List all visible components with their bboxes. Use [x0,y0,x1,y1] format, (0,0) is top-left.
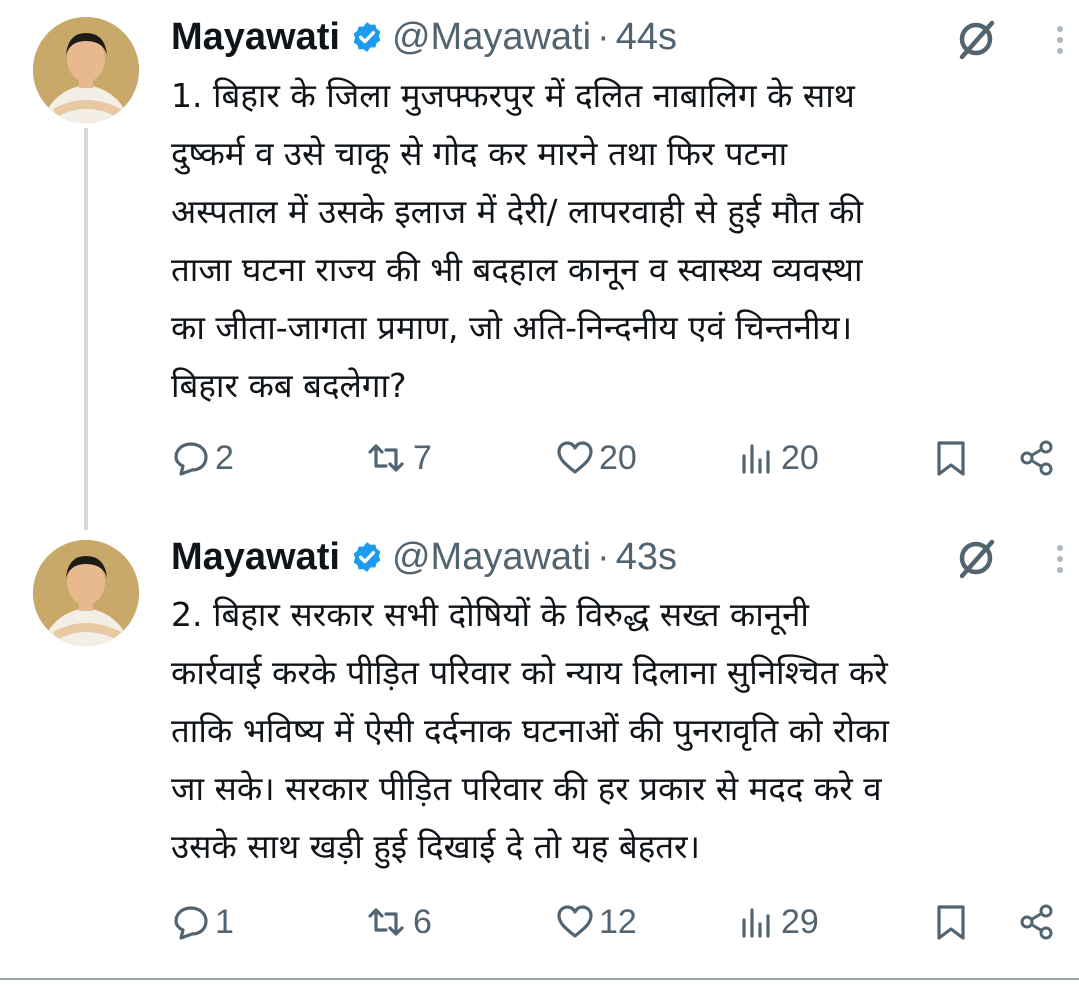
tweet-text: 1. बिहार के जिला मुजफ्फरपुर में दलित नाब… [171,67,1076,415]
display-name[interactable]: Mayawati [171,536,340,579]
avatar-image [33,540,139,646]
tweet-text-line: दुष्कर्म व उसे चाकू से गोद कर मारने तथा … [171,134,788,173]
tweet-text-line: जा सके। सरकार पीड़ित परिवार की हर प्रकार… [171,769,882,808]
verified-badge-icon [353,22,381,52]
grok-icon[interactable] [950,13,1002,65]
repost-button[interactable]: 7 [363,432,432,484]
grok-icon[interactable] [950,532,1002,584]
like-icon [557,905,593,938]
repost-count: 6 [413,902,432,941]
user-handle[interactable]: @Mayawati [392,536,591,579]
timestamp[interactable]: 44s [616,16,677,59]
reply-count: 2 [215,438,234,477]
tweet-text-line: ताकि भविष्य में ऐसी दर्दनाक घटनाओं की पु… [171,711,889,750]
tweet-text-line: कार्रवाई करके पीड़ित परिवार को न्याय दिल… [171,653,888,692]
views-icon [742,444,770,474]
like-button[interactable]: 20 [555,432,637,484]
avatar[interactable] [33,17,139,123]
tweet-actions: 1 6 12 29 [171,896,1071,948]
tweet-text-line: बिहार कब बदलेगा? [171,366,407,405]
tweet-header: Mayawati @Mayawati · 43s [171,535,677,579]
tweet-text-line: का जीता-जागता प्रमाण, जो अति-निन्दनीय एव… [171,308,853,347]
like-icon [557,441,593,474]
tweet-actions: 2 7 20 20 [171,432,1071,484]
divider [0,978,1079,980]
tweet-header: Mayawati @Mayawati · 44s [171,15,677,59]
like-count: 20 [599,438,637,477]
tweet-text-line: 2. बिहार सरकार सभी दोषियों के विरुद्ध सख… [171,595,809,634]
separator-dot: · [597,15,610,58]
repost-icon [368,444,404,472]
more-icon[interactable] [1048,532,1072,584]
like-button[interactable]: 12 [555,896,637,948]
share-button[interactable] [1017,896,1057,948]
repost-count: 7 [413,438,432,477]
user-handle[interactable]: @Mayawati [392,16,591,59]
reply-button[interactable]: 1 [171,896,234,948]
views-count: 20 [781,438,819,477]
reply-icon [174,906,208,940]
reply-icon [174,442,208,476]
separator-dot: · [597,535,610,578]
tweet-text-line: ताजा घटना राज्य की भी बदहाल कानून व स्वा… [171,250,863,289]
thread-connector-line [84,128,88,530]
bookmark-button[interactable] [931,432,971,484]
share-button[interactable] [1017,432,1057,484]
reply-button[interactable]: 2 [171,432,234,484]
share-icon [1020,440,1053,476]
views-icon [742,908,770,938]
tweet-text-line: उसके साथ खड़ी हुई दिखाई दे तो यह बेहतर। [171,827,701,866]
tweet-text-line: 1. बिहार के जिला मुजफ्फरपुर में दलित नाब… [171,76,855,115]
bookmark-button[interactable] [931,896,971,948]
views-button[interactable]: 20 [737,432,819,484]
timestamp[interactable]: 43s [616,536,677,579]
display-name[interactable]: Mayawati [171,16,340,59]
tweet-text: 2. बिहार सरकार सभी दोषियों के विरुद्ध सख… [171,586,1076,876]
like-count: 12 [599,902,637,941]
views-count: 29 [781,902,819,941]
repost-button[interactable]: 6 [363,896,432,948]
bookmark-icon [937,905,965,940]
reply-count: 1 [215,902,234,941]
verified-badge-icon [353,542,381,572]
share-icon [1020,904,1053,940]
avatar-image [33,17,139,123]
bookmark-icon [937,441,965,476]
more-icon[interactable] [1048,13,1072,65]
views-button[interactable]: 29 [737,896,819,948]
tweet-text-line: अस्पताल में उसके इलाज में देरी/ लापरवाही… [171,192,864,231]
avatar[interactable] [33,540,139,646]
repost-icon [368,908,404,936]
